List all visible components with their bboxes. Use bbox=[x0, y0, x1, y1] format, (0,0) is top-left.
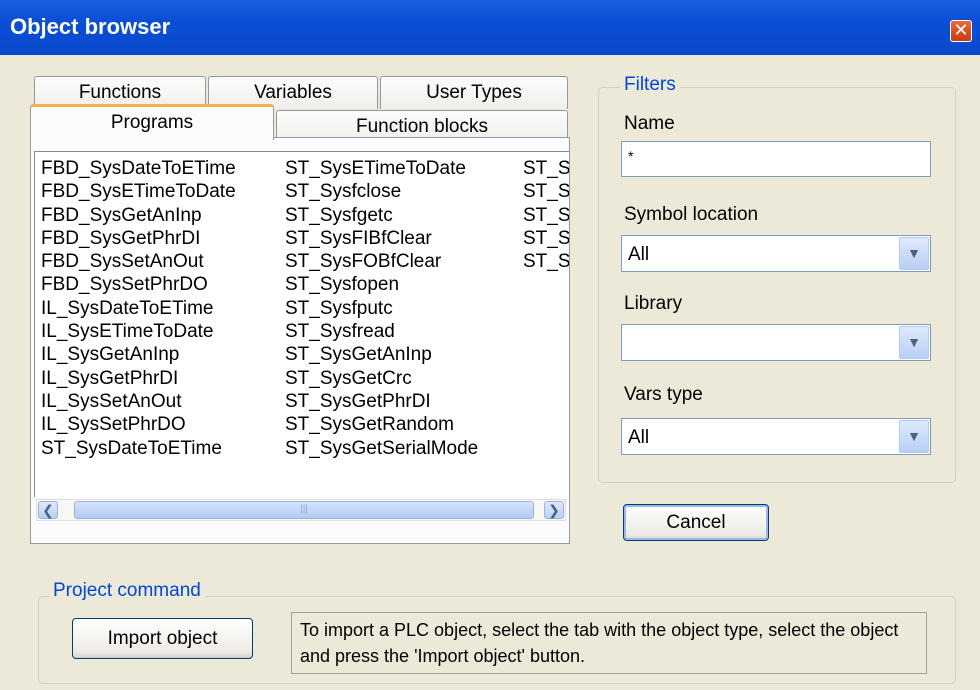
list-item[interactable]: FBD_SysDateToETime bbox=[41, 157, 236, 180]
library-label: Library bbox=[624, 293, 683, 314]
list-item[interactable]: ST_S bbox=[523, 180, 569, 203]
list-item[interactable]: ST_SysGetPhrDI bbox=[285, 390, 478, 413]
list-item[interactable]: IL_SysSetPhrDO bbox=[41, 413, 236, 436]
window-title: Object browser bbox=[10, 14, 171, 39]
vars-type-select[interactable]: All ▼ bbox=[621, 418, 931, 455]
hint-text: To import a PLC object, select the tab w… bbox=[291, 612, 927, 674]
chevron-down-icon[interactable]: ▼ bbox=[899, 326, 929, 359]
list-item[interactable]: ST_Sysfputc bbox=[285, 297, 478, 320]
project-command-legend: Project command bbox=[49, 580, 205, 602]
list-item[interactable]: IL_SysETimeToDate bbox=[41, 320, 236, 343]
list-item[interactable]: ST_Sysfopen bbox=[285, 273, 478, 296]
list-item[interactable]: ST_SysGetCrc bbox=[285, 367, 478, 390]
list-item[interactable]: ST_S bbox=[523, 250, 569, 273]
symbol-location-value: All bbox=[628, 244, 650, 265]
list-item[interactable]: ST_Sysfclose bbox=[285, 180, 478, 203]
cancel-button[interactable]: Cancel bbox=[623, 504, 769, 541]
name-input-value: * bbox=[628, 148, 634, 164]
list-item[interactable]: ST_Sysfread bbox=[285, 320, 478, 343]
list-item[interactable]: ST_SysGetSerialMode bbox=[285, 437, 478, 460]
library-select[interactable]: ▼ bbox=[621, 324, 931, 361]
vars-type-label: Vars type bbox=[624, 384, 703, 405]
tab-user-types[interactable]: User Types bbox=[380, 76, 568, 109]
symbol-location-label: Symbol location bbox=[624, 204, 759, 225]
list-item[interactable]: ST_S bbox=[523, 157, 569, 180]
list-item[interactable]: ST_S bbox=[523, 227, 569, 250]
list-item[interactable]: ST_SysFIBfClear bbox=[285, 227, 478, 250]
scroll-thumb[interactable]: ||| bbox=[74, 501, 534, 519]
list-item[interactable]: FBD_SysSetAnOut bbox=[41, 250, 236, 273]
arrow-right-icon[interactable]: ❯ bbox=[544, 501, 564, 519]
close-button[interactable]: ✕ bbox=[950, 20, 972, 42]
list-item[interactable]: ST_SysGetAnInp bbox=[285, 343, 478, 366]
list-item[interactable]: FBD_SysGetPhrDI bbox=[41, 227, 236, 250]
vars-type-value: All bbox=[628, 427, 650, 448]
list-item[interactable]: IL_SysSetAnOut bbox=[41, 390, 236, 413]
object-list[interactable]: FBD_SysDateToETime FBD_SysETimeToDate FB… bbox=[34, 151, 569, 497]
list-item[interactable]: FBD_SysGetAnInp bbox=[41, 204, 236, 227]
list-column-2: ST_SysETimeToDate ST_Sysfclose ST_Sysfge… bbox=[285, 157, 478, 460]
list-item[interactable]: FBD_SysETimeToDate bbox=[41, 180, 236, 203]
list-item[interactable]: ST_SysDateToETime bbox=[41, 437, 236, 460]
list-column-3: ST_S ST_S ST_S ST_S ST_S bbox=[523, 157, 569, 273]
list-item[interactable]: IL_SysGetPhrDI bbox=[41, 367, 236, 390]
title-bar: Object browser ✕ bbox=[0, 0, 980, 55]
import-object-button[interactable]: Import object bbox=[72, 618, 253, 659]
chevron-down-icon[interactable]: ▼ bbox=[899, 420, 929, 453]
list-item[interactable]: ST_S bbox=[523, 204, 569, 227]
list-item[interactable]: IL_SysGetAnInp bbox=[41, 343, 236, 366]
list-item[interactable]: ST_Sysfgetc bbox=[285, 204, 478, 227]
symbol-location-select[interactable]: All ▼ bbox=[621, 235, 931, 272]
filters-legend: Filters bbox=[620, 74, 680, 96]
tab-programs[interactable]: Programs bbox=[30, 104, 274, 140]
list-item[interactable]: FBD_SysSetPhrDO bbox=[41, 273, 236, 296]
list-item[interactable]: ST_SysGetRandom bbox=[285, 413, 478, 436]
list-item[interactable]: ST_SysFOBfClear bbox=[285, 250, 478, 273]
list-column-1: FBD_SysDateToETime FBD_SysETimeToDate FB… bbox=[41, 157, 236, 460]
horizontal-scrollbar[interactable]: ❮ ||| ❯ bbox=[36, 499, 566, 521]
name-input[interactable]: * bbox=[621, 141, 931, 177]
arrow-left-icon[interactable]: ❮ bbox=[38, 501, 58, 519]
list-item[interactable]: ST_SysETimeToDate bbox=[285, 157, 478, 180]
chevron-down-icon[interactable]: ▼ bbox=[899, 237, 929, 270]
close-icon: ✕ bbox=[953, 20, 969, 40]
list-item[interactable]: IL_SysDateToETime bbox=[41, 297, 236, 320]
name-label: Name bbox=[624, 113, 675, 134]
